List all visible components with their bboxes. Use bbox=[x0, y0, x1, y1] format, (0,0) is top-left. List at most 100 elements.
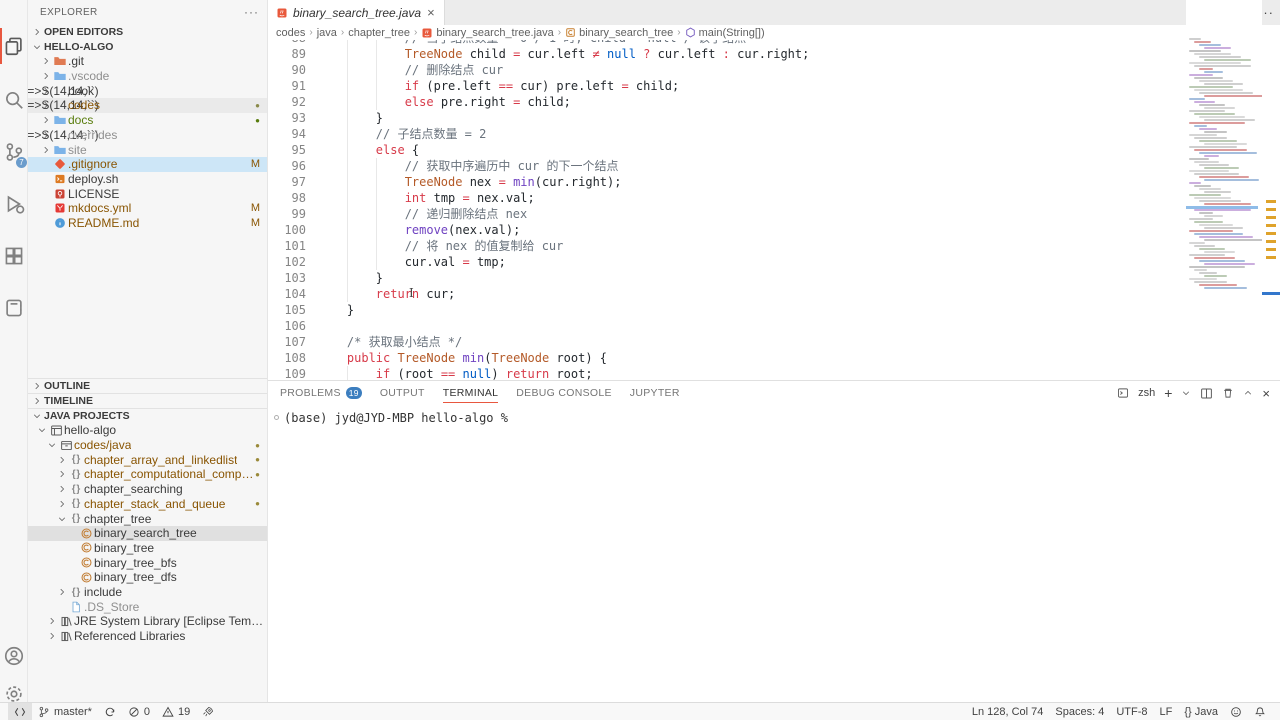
activity-run-debug-button[interactable] bbox=[0, 182, 28, 226]
maximize-panel-button[interactable] bbox=[1243, 388, 1253, 398]
code-line-108: 108public TreeNode min(TreeNode root) { bbox=[268, 350, 1186, 366]
java-project-item-referenced-libraries[interactable]: Referenced Libraries bbox=[28, 629, 267, 644]
item-label: include bbox=[84, 585, 122, 599]
explorer-item-deploy-sh[interactable]: deploy.sh bbox=[28, 172, 267, 187]
java-project-item-chapter-tree[interactable]: { }chapter_tree bbox=[28, 511, 267, 526]
activity-source-control-button[interactable]: 7 bbox=[0, 130, 28, 174]
java-projects-section[interactable]: JAVA PROJECTS bbox=[28, 408, 267, 423]
java-project-item-binary-search-tree[interactable]: binary_search_tree bbox=[28, 526, 267, 541]
java-project-item-chapter-searching[interactable]: { }chapter_searching bbox=[28, 482, 267, 497]
terminal-prompt[interactable]: (base) jyd@JYD-MBP hello-algo % bbox=[284, 411, 508, 425]
java-project-item-hello-algo[interactable]: hello-algo bbox=[28, 423, 267, 438]
explorer-item-overrides[interactable]: c=>S(14,14,``)overrides bbox=[28, 128, 267, 143]
explorer-item-readme-md[interactable]: README.mdM bbox=[28, 216, 267, 231]
explorer-item--vscode[interactable]: .vscode bbox=[28, 69, 267, 84]
status-git-branch[interactable]: master* bbox=[32, 703, 98, 720]
code-line-91: 91if (pre.left == cur) pre.left = child; bbox=[268, 78, 1186, 94]
minimap-line bbox=[1199, 56, 1241, 58]
status-remote-indicator[interactable] bbox=[8, 703, 32, 720]
timeline-section[interactable]: TIMELINE bbox=[28, 393, 267, 408]
status-notifications[interactable] bbox=[1248, 703, 1272, 720]
indent-guide bbox=[376, 238, 377, 254]
panel-tab-problems[interactable]: PROBLEMS19 bbox=[280, 381, 362, 405]
tab-binary-search-tree-java[interactable]: binary_search_tree.java × bbox=[268, 0, 445, 25]
status-error-count[interactable]: 0 bbox=[122, 703, 156, 720]
minimap-line bbox=[1204, 215, 1223, 217]
java-project-item-codes-java[interactable]: codes/java● bbox=[28, 438, 267, 453]
project-root-section[interactable]: HELLO-ALGO bbox=[28, 39, 267, 54]
status-feedback[interactable] bbox=[1224, 703, 1248, 720]
minimap-line bbox=[1204, 59, 1251, 61]
code-text: TreeNode nex = min(cur.right); bbox=[405, 174, 622, 190]
line-number: 97 bbox=[268, 174, 306, 190]
explorer-item-site[interactable]: site bbox=[28, 142, 267, 157]
status-sync-changes[interactable] bbox=[98, 703, 122, 720]
braces-icon: { } bbox=[68, 454, 84, 465]
java-project-item--ds-store[interactable]: .DS_Store bbox=[28, 599, 267, 614]
status-task-runner[interactable] bbox=[196, 703, 220, 720]
breadcrumb-item-0[interactable]: codes bbox=[276, 27, 305, 39]
breadcrumb-separator: › bbox=[308, 27, 313, 38]
explorer-item-license[interactable]: LICENSE bbox=[28, 186, 267, 201]
terminal-dropdown-chevron-icon[interactable] bbox=[1181, 388, 1191, 398]
minimap-line bbox=[1199, 284, 1237, 286]
minimap-line bbox=[1199, 176, 1249, 178]
breadcrumb-item-2[interactable]: chapter_tree bbox=[348, 27, 410, 39]
explorer-item-codes[interactable]: c=>S(14,14,``)codes● bbox=[28, 98, 267, 113]
code-editor[interactable]: 88// 当子结点数量 = 0 / 1 时, child = null / 该子… bbox=[268, 40, 1186, 380]
panel-tab-terminal[interactable]: TERMINAL bbox=[443, 381, 499, 405]
explorer-item-mkdocs-yml[interactable]: mkdocs.ymlM bbox=[28, 201, 267, 216]
code-line-98: 98int tmp = nex.val; bbox=[268, 190, 1186, 206]
new-terminal-button[interactable]: + bbox=[1164, 385, 1172, 401]
line-number: 103 bbox=[268, 270, 306, 286]
status-cursor-position[interactable]: Ln 128, Col 74 bbox=[966, 703, 1050, 720]
java-project-item-binary-tree-dfs[interactable]: binary_tree_dfs bbox=[28, 570, 267, 585]
panel-tab-jupyter[interactable]: JUPYTER bbox=[630, 381, 680, 405]
explorer-item-book[interactable]: c=>S(14,14,``)book bbox=[28, 83, 267, 98]
breadcrumb-item-5[interactable]: main(String[]) bbox=[685, 27, 765, 39]
outline-section[interactable]: OUTLINE bbox=[28, 378, 267, 393]
panel-tab-debug-console[interactable]: DEBUG CONSOLE bbox=[516, 381, 612, 405]
java-project-item-include[interactable]: { }include bbox=[28, 585, 267, 600]
close-panel-button[interactable]: × bbox=[1262, 386, 1270, 401]
breadcrumb-item-3[interactable]: binary_search_tree.java bbox=[421, 27, 553, 39]
folder-git-icon bbox=[52, 54, 68, 68]
activity-notebook-button[interactable] bbox=[0, 286, 28, 330]
chevron-right-icon bbox=[56, 484, 68, 494]
indent-guide bbox=[376, 46, 377, 62]
java-project-item-binary-tree-bfs[interactable]: binary_tree_bfs bbox=[28, 555, 267, 570]
java-project-item-chapter-array-and-linkedlist[interactable]: { }chapter_array_and_linkedlist● bbox=[28, 452, 267, 467]
activity-search-button[interactable] bbox=[0, 78, 28, 122]
breadcrumb-item-4[interactable]: binary_search_tree bbox=[565, 27, 673, 39]
panel-tab-output[interactable]: OUTPUT bbox=[380, 381, 425, 405]
explorer-item--git[interactable]: .git bbox=[28, 54, 267, 69]
java-project-item-binary-tree[interactable]: binary_tree bbox=[28, 541, 267, 556]
activity-extensions-button[interactable] bbox=[0, 234, 28, 278]
braces-icon: { } bbox=[68, 484, 84, 495]
status-warning-count[interactable]: 19 bbox=[156, 703, 196, 720]
minimap[interactable] bbox=[1186, 0, 1262, 380]
java-project-item-chapter-computational-complexity[interactable]: { }chapter_computational_complexity● bbox=[28, 467, 267, 482]
code-text: // 获取中序遍历中 cur 的下一个结点 bbox=[405, 158, 619, 174]
open-editors-section[interactable]: OPEN EDITORS bbox=[28, 24, 267, 39]
status-eol[interactable]: LF bbox=[1154, 703, 1179, 720]
status-encoding[interactable]: UTF-8 bbox=[1110, 703, 1153, 720]
breadcrumb-item-1[interactable]: java bbox=[317, 27, 337, 39]
indent-guide bbox=[376, 254, 377, 270]
split-terminal-button[interactable] bbox=[1200, 387, 1213, 400]
search-icon bbox=[3, 89, 25, 111]
sidebar-more-actions-button[interactable]: ··· bbox=[244, 5, 259, 19]
explorer-item-docs[interactable]: docs● bbox=[28, 113, 267, 128]
java-project-item-jre-system-library-eclipse-temurin-17-17[interactable]: JRE System Library [Eclipse Temurin 17 [… bbox=[28, 614, 267, 629]
explorer-item--gitignore[interactable]: .gitignoreM bbox=[28, 157, 267, 172]
status-indentation[interactable]: Spaces: 4 bbox=[1049, 703, 1110, 720]
chevron-down-icon bbox=[32, 42, 42, 52]
panel-tab-label: JUPYTER bbox=[630, 387, 680, 399]
breadcrumb-separator: › bbox=[413, 27, 418, 38]
java-project-item-chapter-stack-and-queue[interactable]: { }chapter_stack_and_queue● bbox=[28, 497, 267, 512]
shell-selector[interactable]: zsh bbox=[1138, 387, 1155, 399]
activity-explorer-button[interactable] bbox=[0, 24, 28, 68]
status-language-mode[interactable]: {} Java bbox=[1178, 703, 1224, 720]
tab-close-icon[interactable]: × bbox=[426, 5, 436, 20]
kill-terminal-button[interactable] bbox=[1222, 387, 1234, 399]
